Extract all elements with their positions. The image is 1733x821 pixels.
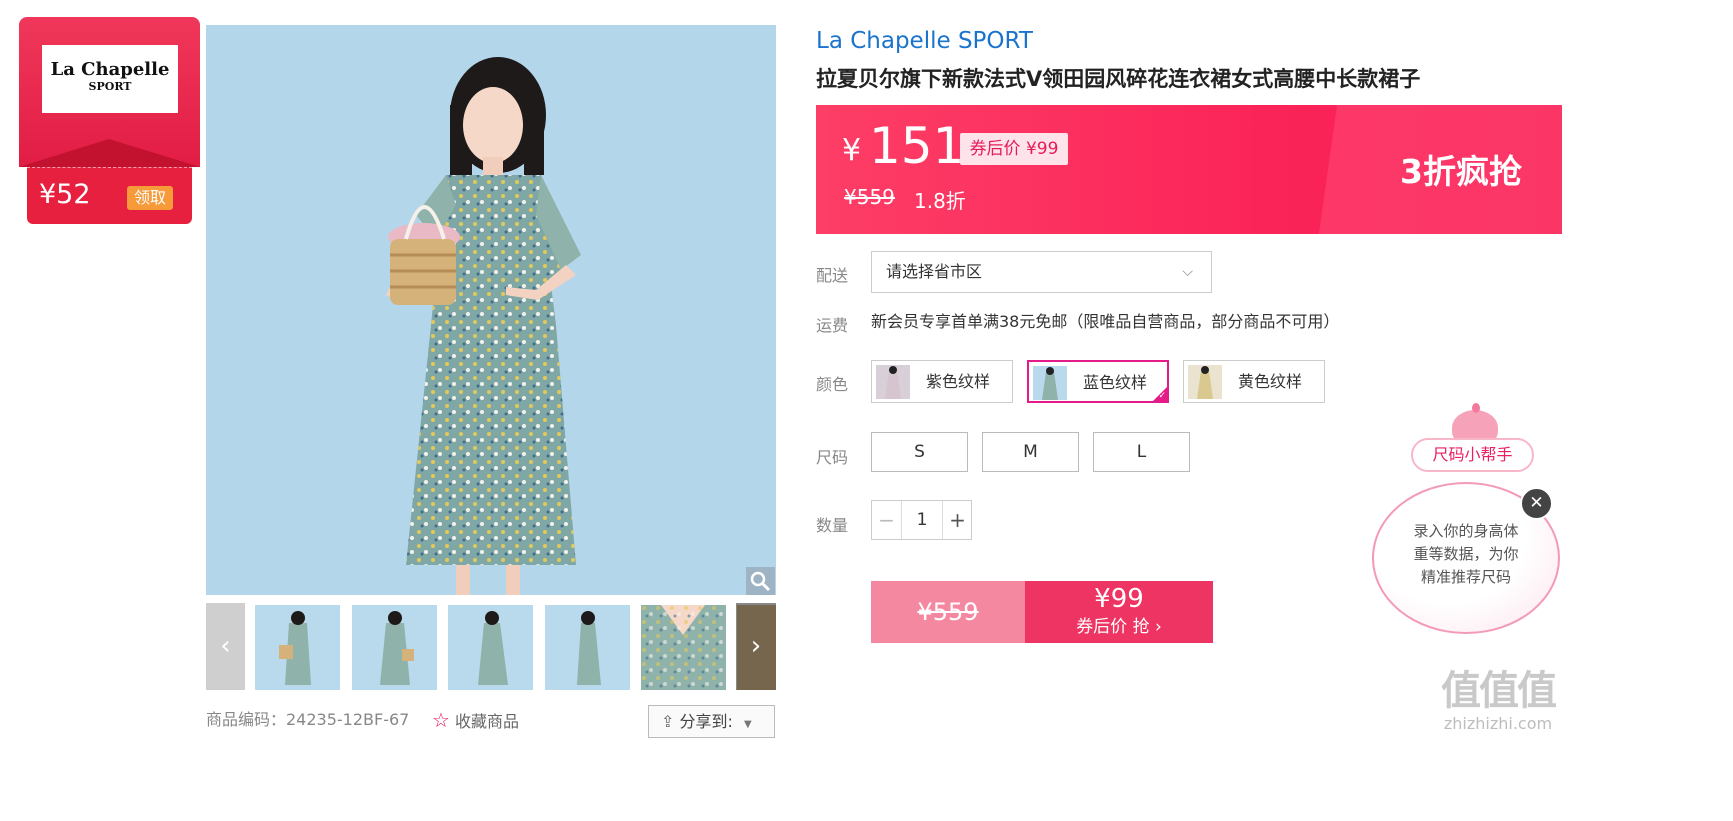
main-product-image[interactable] bbox=[206, 25, 776, 595]
coupon-amount: ¥52 bbox=[39, 179, 91, 210]
buy-coupon-section[interactable]: ¥99 券后价 抢 › bbox=[1025, 581, 1213, 643]
favorite-label: 收藏商品 bbox=[455, 712, 520, 731]
quantity-input[interactable]: 1 bbox=[902, 501, 942, 539]
size-helper-button[interactable]: 尺码小帮手 bbox=[1411, 438, 1534, 472]
size-helper-text-3: 精准推荐尺码 bbox=[1420, 568, 1511, 586]
coupon-body: ¥52 领取 bbox=[27, 167, 192, 224]
favorite-button[interactable]: ☆ 收藏商品 bbox=[432, 708, 519, 734]
color-swatch-yellow bbox=[1188, 365, 1222, 399]
brand-logo-line2: SPORT bbox=[88, 80, 132, 93]
size-label: 尺码 bbox=[816, 448, 849, 467]
buy-button[interactable]: ¥559 ¥99 券后价 抢 › bbox=[871, 581, 1213, 643]
brand-logo: La Chapelle SPORT bbox=[42, 45, 178, 113]
region-placeholder: 请选择省市区 bbox=[886, 262, 983, 281]
color-option-purple[interactable]: 紫色纹样 bbox=[871, 360, 1013, 403]
claim-coupon-button[interactable]: 领取 bbox=[127, 186, 173, 210]
watermark-url: zhizhizhi.com bbox=[1443, 714, 1553, 733]
caret-down-icon: ▼ bbox=[744, 719, 752, 730]
brand-link[interactable]: La Chapelle SPORT bbox=[816, 26, 1033, 56]
quantity-label: 数量 bbox=[816, 516, 849, 535]
watermark-logo: 值值值 bbox=[1441, 668, 1557, 714]
thumbnail-next-button[interactable]: › bbox=[736, 603, 776, 690]
currency-symbol: ¥ bbox=[842, 133, 862, 168]
model-illustration bbox=[386, 57, 581, 595]
coupon-price-badge: 券后价 ¥99 bbox=[960, 133, 1068, 165]
share-dropdown[interactable]: ⇪ 分享到: ▼ bbox=[648, 705, 775, 738]
thumbnail-4[interactable] bbox=[545, 605, 630, 690]
sku-code: 商品编码：24235-12BF-67 bbox=[206, 710, 410, 729]
quantity-stepper: − 1 + bbox=[871, 500, 972, 540]
region-select[interactable]: 请选择省市区 ⌵ bbox=[871, 251, 1212, 293]
size-helper-text-1: 录入你的身高体 bbox=[1413, 522, 1519, 540]
buy-original-price: ¥559 bbox=[871, 581, 1025, 643]
close-icon[interactable]: ✕ bbox=[1520, 487, 1553, 520]
color-swatch-blue bbox=[1033, 366, 1067, 400]
chevron-down-icon: ⌵ bbox=[1182, 264, 1193, 280]
price-banner: ¥ 151 券后价 ¥99 ¥559 1.8折 3折疯抢 bbox=[816, 105, 1562, 234]
checkmark-icon: ✓ bbox=[1158, 391, 1166, 401]
current-price: 151 bbox=[869, 117, 965, 175]
thumbnail-2[interactable] bbox=[352, 605, 437, 690]
size-option-s[interactable]: S bbox=[871, 432, 968, 472]
thumbnail-prev-button[interactable]: ‹ bbox=[206, 603, 245, 690]
delivery-label: 配送 bbox=[816, 266, 849, 285]
color-option-yellow[interactable]: 黄色纹样 bbox=[1183, 360, 1325, 403]
share-label: 分享到: bbox=[679, 712, 733, 731]
quantity-plus-button[interactable]: + bbox=[942, 501, 972, 539]
color-option-blue[interactable]: 蓝色纹样 ✓ bbox=[1027, 360, 1169, 403]
shipping-info: 新会员专享首单满38元免邮（限唯品自营商品，部分商品不可用） bbox=[871, 312, 1340, 331]
color-swatch-purple bbox=[876, 365, 910, 399]
site-watermark: 值值值 zhizhizhi.com bbox=[1432, 668, 1564, 734]
quantity-minus-button[interactable]: − bbox=[872, 501, 902, 539]
thumbnail-3[interactable] bbox=[448, 605, 533, 690]
size-helper-text-2: 重等数据，为你 bbox=[1413, 545, 1519, 563]
size-option-m[interactable]: M bbox=[982, 432, 1079, 472]
product-title: 拉夏贝尔旗下新款法式V领田园风碎花连衣裙女式高腰中长款裙子 bbox=[816, 67, 1421, 91]
promo-label: 3折疯抢 bbox=[1400, 152, 1522, 191]
color-name: 蓝色纹样 bbox=[1083, 373, 1148, 392]
size-option-l[interactable]: L bbox=[1093, 432, 1190, 472]
color-label: 颜色 bbox=[816, 375, 849, 394]
color-name: 黄色纹样 bbox=[1238, 372, 1303, 391]
shipping-label: 运费 bbox=[816, 316, 849, 335]
brand-logo-line1: La Chapelle bbox=[50, 59, 170, 80]
share-icon: ⇪ bbox=[661, 712, 675, 731]
original-price: ¥559 bbox=[844, 185, 895, 209]
color-name: 紫色纹样 bbox=[926, 372, 991, 391]
thumbnail-5[interactable] bbox=[641, 605, 726, 690]
thumbnail-strip: ‹ › bbox=[206, 603, 776, 690]
brand-coupon[interactable]: La Chapelle SPORT ¥52 领取 bbox=[19, 17, 200, 224]
buy-coupon-price: ¥99 bbox=[1094, 584, 1144, 614]
thumbnail-1[interactable] bbox=[255, 605, 340, 690]
star-icon: ☆ bbox=[432, 708, 450, 732]
zoom-icon[interactable] bbox=[746, 567, 775, 595]
discount-rate: 1.8折 bbox=[914, 189, 966, 213]
buy-action-label: 券后价 抢 › bbox=[1076, 617, 1162, 637]
